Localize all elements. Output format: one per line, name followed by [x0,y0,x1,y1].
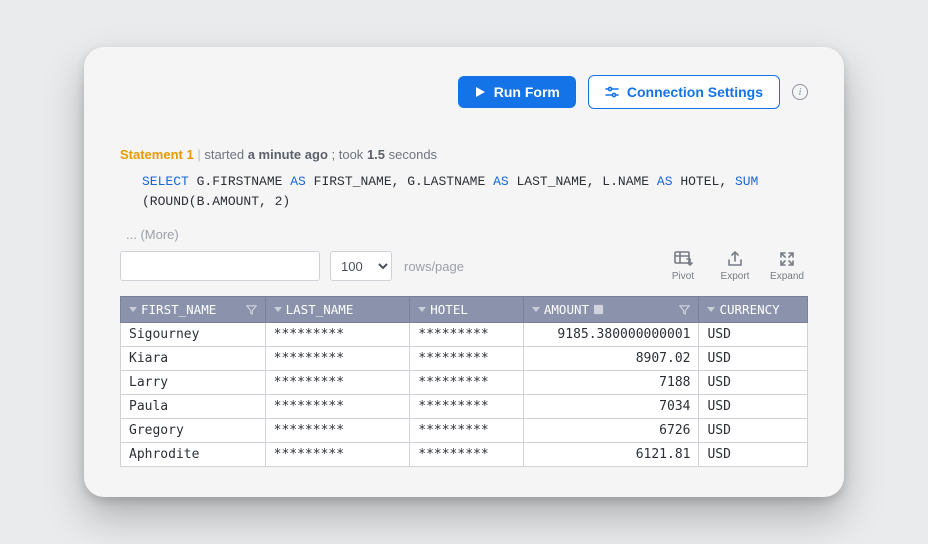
export-icon [726,250,744,268]
sort-icon [532,307,540,312]
controls-row: 100 rows/page Pivot Export Expand [120,250,808,282]
run-form-label: Run Form [494,84,560,100]
calc-icon [593,304,604,315]
sql-text: G.FIRSTNAME [189,174,290,189]
connection-settings-button[interactable]: Connection Settings [588,75,780,109]
cell-last-name: ********* [265,395,410,419]
cell-currency: USD [699,443,808,467]
cell-currency: USD [699,395,808,419]
result-panel: Run Form Connection Settings i Statement… [84,47,844,497]
cell-amount: 9185.380000000001 [523,323,699,347]
export-button[interactable]: Export [714,250,756,282]
pivot-icon [673,250,693,268]
cell-first-name: Sigourney [121,323,266,347]
took-value: 1.5 [367,147,385,162]
cell-amount: 6726 [523,419,699,443]
expand-icon [778,250,796,268]
cell-hotel: ********* [410,323,524,347]
filter-icon [679,304,690,315]
cell-first-name: Kiara [121,347,266,371]
cell-last-name: ********* [265,323,410,347]
rows-per-page-select[interactable]: 100 [330,251,392,281]
took-word: ; took [332,147,364,162]
pivot-label: Pivot [672,271,694,282]
sql-keyword: AS [290,174,306,189]
sort-icon [274,307,282,312]
table-row[interactable]: Larry******************7188USD [121,371,808,395]
expand-button[interactable]: Expand [766,250,808,282]
column-header-amount[interactable]: AMOUNT [523,297,699,323]
sql-text: FIRST_NAME, G.LASTNAME [306,174,493,189]
column-header-last-name[interactable]: LAST_NAME [265,297,410,323]
table-row[interactable]: Kiara******************8907.02USD [121,347,808,371]
cell-first-name: Larry [121,371,266,395]
sql-text: LAST_NAME, L.NAME [509,174,657,189]
sort-icon [129,307,137,312]
cell-last-name: ********* [265,371,410,395]
cell-currency: USD [699,347,808,371]
sliders-icon [605,85,619,99]
cell-amount: 6121.81 [523,443,699,467]
cell-hotel: ********* [410,347,524,371]
cell-first-name: Paula [121,395,266,419]
pivot-button[interactable]: Pivot [662,250,704,282]
connection-settings-label: Connection Settings [627,84,763,100]
sort-icon [707,307,715,312]
table-row[interactable]: Paula******************7034USD [121,395,808,419]
cell-hotel: ********* [410,419,524,443]
sql-keyword: AS [493,174,509,189]
sql-keyword: SUM [735,174,758,189]
cell-currency: USD [699,323,808,347]
cell-last-name: ********* [265,443,410,467]
filter-input[interactable] [120,251,320,281]
run-form-button[interactable]: Run Form [458,76,576,108]
started-word: started [204,147,244,162]
sql-preview: SELECT G.FIRSTNAME AS FIRST_NAME, G.LAST… [120,172,808,211]
rows-per-page-label: rows/page [404,259,464,274]
statement-title: Statement 1 [120,147,194,162]
column-label: FIRST_NAME [141,302,216,317]
table-row[interactable]: Sigourney******************9185.38000000… [121,323,808,347]
statement-status: Statement 1 | started a minute ago ; too… [120,147,808,162]
column-label: CURRENCY [719,302,779,317]
cell-last-name: ********* [265,419,410,443]
sql-text: (ROUND(B.AMOUNT, 2) [142,194,290,209]
column-label: LAST_NAME [286,302,354,317]
column-label: AMOUNT [544,302,589,317]
cell-first-name: Aphrodite [121,443,266,467]
cell-amount: 8907.02 [523,347,699,371]
started-ago: a minute ago [248,147,328,162]
sql-keyword: AS [657,174,673,189]
column-header-first-name[interactable]: FIRST_NAME [121,297,266,323]
cell-amount: 7034 [523,395,699,419]
expand-label: Expand [770,271,804,282]
play-icon [474,86,486,98]
column-header-hotel[interactable]: HOTEL [410,297,524,323]
more-toggle[interactable]: ... (More) [120,227,808,242]
column-header-currency[interactable]: CURRENCY [699,297,808,323]
sql-keyword: SELECT [142,174,189,189]
cell-hotel: ********* [410,443,524,467]
cell-hotel: ********* [410,371,524,395]
cell-last-name: ********* [265,347,410,371]
export-label: Export [721,271,750,282]
cell-first-name: Gregory [121,419,266,443]
table-row[interactable]: Aphrodite******************6121.81USD [121,443,808,467]
sql-text: HOTEL, [673,174,735,189]
cell-currency: USD [699,419,808,443]
toolbar: Run Form Connection Settings i [120,75,808,109]
cell-amount: 7188 [523,371,699,395]
results-table: FIRST_NAME LAST_NAME HOTEL AMOUNT [120,296,808,467]
sort-icon [418,307,426,312]
cell-currency: USD [699,371,808,395]
column-label: HOTEL [430,302,468,317]
cell-hotel: ********* [410,395,524,419]
info-icon[interactable]: i [792,84,808,100]
table-row[interactable]: Gregory******************6726USD [121,419,808,443]
filter-icon [246,304,257,315]
took-unit: seconds [389,147,437,162]
